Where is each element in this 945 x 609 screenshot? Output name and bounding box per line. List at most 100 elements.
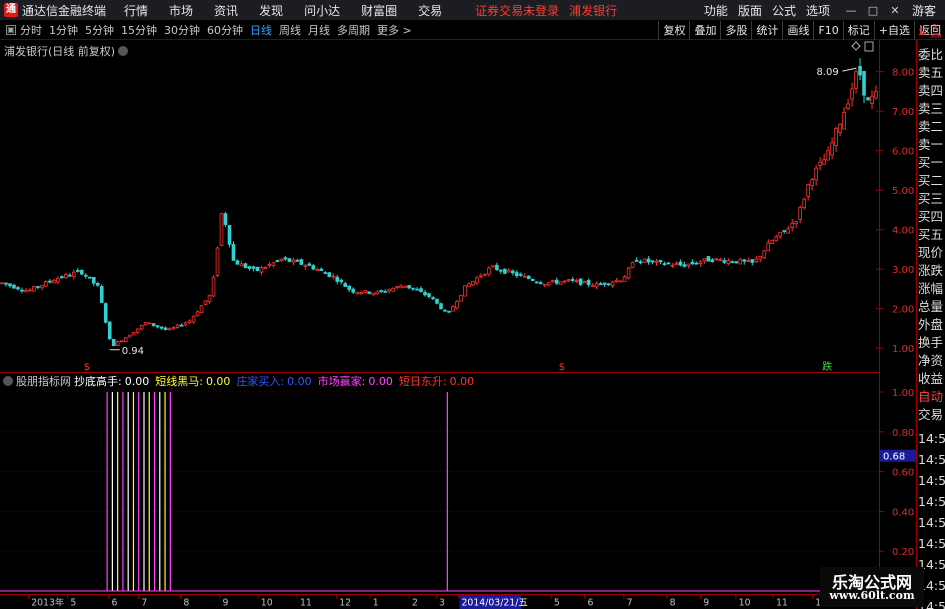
period-30min[interactable]: 30分钟 (164, 22, 200, 38)
indicator-chart[interactable] (0, 389, 880, 594)
time-tick-label: 6 (111, 597, 117, 608)
candle-body (60, 276, 64, 279)
candle-body (682, 264, 687, 267)
tool-multi-stock[interactable]: 多股 (720, 21, 751, 40)
chart-marker: $ (84, 362, 90, 372)
candle-body (327, 272, 332, 277)
candle-body (235, 260, 240, 265)
price-tick-label: 3.00 (892, 265, 914, 276)
candle-body (227, 225, 232, 245)
info-label: 14:56 (918, 494, 945, 509)
candle-body (766, 242, 771, 252)
candle-body (602, 282, 607, 285)
info-label: 14:56 (918, 431, 945, 446)
candle-body (151, 323, 156, 327)
candle-body (375, 291, 379, 295)
menu-options[interactable]: 选项 (806, 2, 830, 19)
info-label: 买三 (918, 191, 944, 206)
candle-body (758, 255, 763, 260)
period-5min[interactable]: 5分钟 (85, 22, 114, 38)
period-monthly[interactable]: 月线 (308, 22, 330, 38)
candle-body (762, 250, 767, 259)
time-axis: 2013年 5 6 7 8 9 10 11 12 1 2 3 2014/03/21/五 5 6 7 8 9 10 11… (0, 594, 880, 609)
candle-body (135, 328, 140, 333)
candle-body (411, 287, 415, 290)
info-label[interactable]: 自动 (918, 388, 945, 406)
period-60min[interactable]: 60分钟 (207, 22, 243, 38)
candle-body (830, 142, 834, 156)
period-more-label: 更多 (377, 24, 399, 37)
diamond-icon[interactable] (851, 41, 861, 51)
menu-market[interactable]: 市场 (169, 2, 193, 19)
candle-body (654, 260, 659, 263)
candle-body (842, 112, 846, 130)
menu-formula[interactable]: 公式 (772, 2, 796, 19)
menu-layout[interactable]: 版面 (738, 2, 762, 19)
menu-wealth-circle[interactable]: 财富圈 (361, 2, 397, 19)
period-multi[interactable]: 多周期 (337, 22, 370, 38)
candle-body (163, 327, 168, 330)
indicator-label-4: 市场赢家: (317, 375, 366, 388)
minimize-icon[interactable]: — (840, 4, 862, 17)
price-tick-label: 4.00 (892, 226, 914, 237)
candle-body (566, 279, 571, 282)
menu-ask-xiaoda[interactable]: 问小达 (304, 2, 340, 19)
indicator-name[interactable]: 股朋指标网 (16, 373, 71, 389)
candle-body (794, 221, 798, 225)
tool-draw-line[interactable]: 画线 (782, 21, 813, 40)
menu-news[interactable]: 资讯 (214, 2, 238, 19)
info-label[interactable]: 交易 (918, 406, 945, 424)
period-weekly[interactable]: 周线 (279, 22, 301, 38)
trade-login-status[interactable]: 证券交易未登录 (475, 2, 559, 19)
tool-overlay[interactable]: 叠加 (689, 21, 720, 40)
candle-body (383, 291, 387, 293)
menu-trade[interactable]: 交易 (418, 2, 442, 19)
guest-user[interactable]: 游客 (912, 2, 936, 19)
candle-body (630, 261, 635, 268)
time-tick-label: 2 (412, 597, 418, 608)
period-1min[interactable]: 1分钟 (49, 22, 78, 38)
menu-functions[interactable]: 功能 (704, 2, 728, 19)
candle-body (491, 265, 495, 268)
info-label: 14:56 (918, 536, 945, 551)
candle-body (203, 300, 208, 305)
indicator-toggle-icon[interactable] (3, 376, 13, 386)
candle-body (826, 150, 830, 161)
tool-mark[interactable]: 标记 (842, 21, 874, 40)
indicator-label-1: 抄底高手: (74, 375, 122, 388)
time-tick-label: 8 (183, 597, 189, 608)
candle-body (247, 266, 252, 269)
badge-r: R (932, 23, 938, 32)
tool-add-watchlist[interactable]: +自选 (873, 21, 914, 40)
candle-body (874, 91, 878, 99)
indicator-header: 股朋指标网 抄底高手: 0.00 短线黑马: 0.00 庄家买入: 0.00 市… (0, 373, 880, 389)
period-more[interactable]: 更多 > (377, 22, 412, 38)
close-icon[interactable]: ✕ (884, 4, 906, 17)
tool-f10[interactable]: F10 (813, 21, 842, 40)
info-label: 卖三 (918, 101, 944, 116)
candle-body (80, 269, 84, 275)
candle-body (351, 288, 355, 293)
info-label: 现价 (918, 245, 944, 260)
menu-discover[interactable]: 发现 (259, 2, 283, 19)
tool-statistics[interactable]: 统计 (751, 21, 782, 40)
grid-menu-icon[interactable]: ▣ (6, 25, 16, 35)
maximize-icon[interactable]: □ (862, 4, 884, 17)
chart-settings-icon[interactable] (118, 46, 129, 56)
price-chart[interactable]: 8.09 0.94 $ $ 跌 (0, 40, 880, 372)
window-icon[interactable] (864, 41, 874, 52)
info-label: 涨跌 (918, 263, 944, 278)
period-15min[interactable]: 15分钟 (121, 22, 157, 38)
candle-body (131, 331, 136, 336)
badge-l: L (919, 25, 926, 38)
period-daily[interactable]: 日线 (250, 22, 272, 38)
candle-body (523, 275, 527, 278)
candle-body (367, 291, 371, 294)
candle-body (487, 267, 491, 275)
period-tick[interactable]: 分时 (20, 22, 42, 38)
chart-tools: 复权 叠加 多股 统计 画线 F10 标记 +自选 返回 (658, 21, 945, 40)
candle-body (407, 285, 411, 289)
menu-quotes[interactable]: 行情 (124, 2, 148, 19)
lr-badge[interactable]: L R 300 (917, 22, 945, 40)
tool-adjust[interactable]: 复权 (658, 21, 689, 40)
